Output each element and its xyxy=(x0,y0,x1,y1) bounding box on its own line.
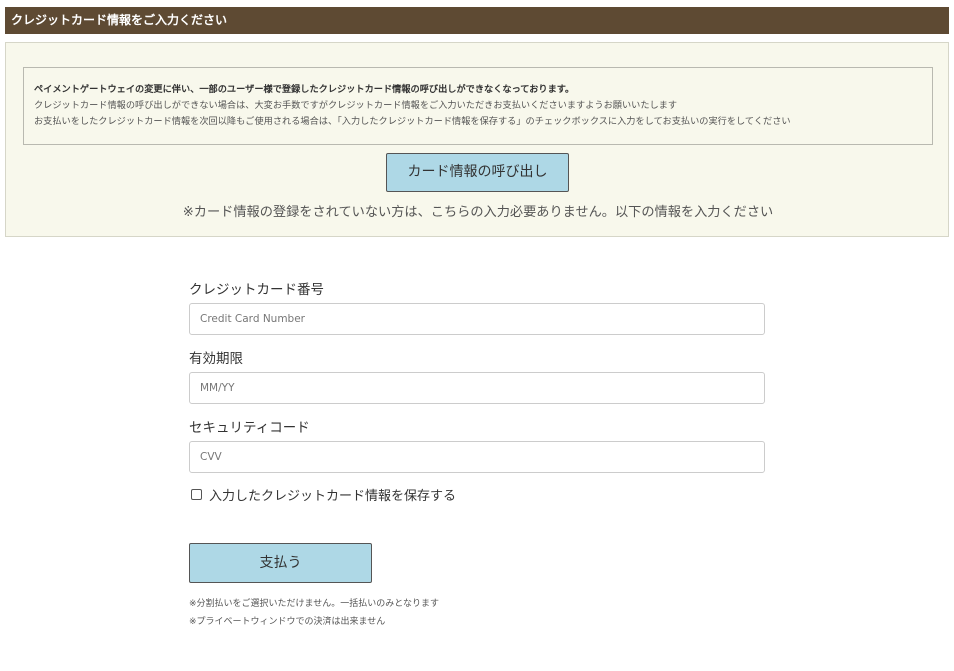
pay-button[interactable]: 支払う xyxy=(189,543,372,583)
save-card-label[interactable]: 入力したクレジットカード情報を保存する xyxy=(209,485,456,504)
notice-box: ペイメントゲートウェイの変更に伴い、一部のユーザー様で登録したクレジットカード情… xyxy=(23,67,933,145)
card-number-input[interactable] xyxy=(189,303,765,335)
card-number-label: クレジットカード番号 xyxy=(189,282,324,298)
notice-headline: ペイメントゲートウェイの変更に伴い、一部のユーザー様で登録したクレジットカード情… xyxy=(34,84,575,95)
no-input-note: ※カード情報の登録をされていない方は、こちらの入力必要ありません。以下の情報を入… xyxy=(182,205,774,220)
page-title: クレジットカード情報をご入力ください xyxy=(11,13,228,27)
expiry-input[interactable] xyxy=(189,372,765,404)
cvv-label: セキュリティコード xyxy=(189,420,310,436)
cvv-input[interactable] xyxy=(189,441,765,473)
save-card-row: 入力したクレジットカード情報を保存する xyxy=(191,485,456,504)
recall-card-button[interactable]: カード情報の呼び出し xyxy=(386,153,569,192)
page-header: クレジットカード情報をご入力ください xyxy=(5,7,949,34)
notice-panel: ペイメントゲートウェイの変更に伴い、一部のユーザー様で登録したクレジットカード情… xyxy=(5,42,949,237)
notice-text-2: お支払いをしたクレジットカード情報を次回以降もご使用される場合は、「入力したクレ… xyxy=(34,116,791,127)
notice-text-1: クレジットカード情報の呼び出しができない場合は、大変お手数ですがクレジットカード… xyxy=(34,100,678,111)
footnote-private-window: ※プライベートウィンドウでの決済は出来ません xyxy=(189,617,386,627)
expiry-label: 有効期限 xyxy=(189,351,243,367)
footnote-installments: ※分割払いをご選択いただけません。一括払いのみとなります xyxy=(189,599,440,609)
save-card-checkbox[interactable] xyxy=(191,488,202,500)
